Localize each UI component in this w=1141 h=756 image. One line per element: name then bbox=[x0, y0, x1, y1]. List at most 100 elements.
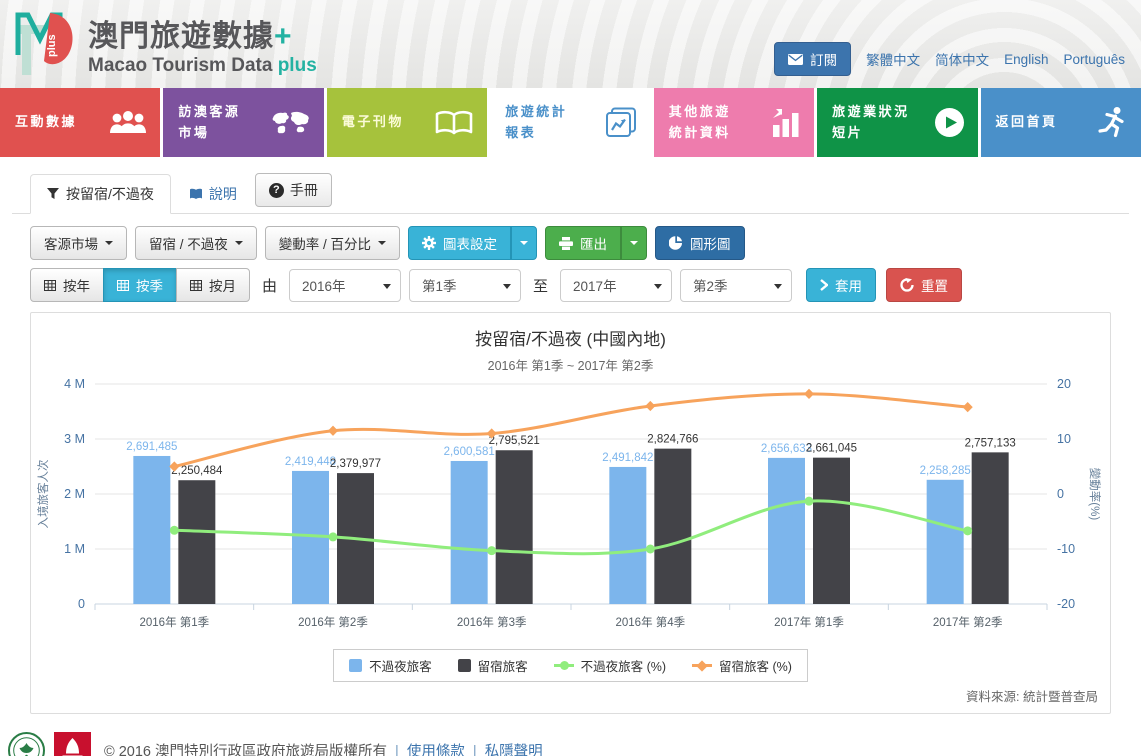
question-icon bbox=[269, 183, 284, 198]
nav-tile-label: 短片 bbox=[832, 123, 910, 144]
chart-settings-button[interactable]: 圖表設定 bbox=[408, 226, 511, 260]
open-book-icon bbox=[434, 109, 474, 137]
to-year-select[interactable]: 2017年 bbox=[560, 269, 672, 302]
book-icon bbox=[189, 188, 203, 200]
svg-text:2,250,484: 2,250,484 bbox=[171, 465, 223, 477]
tab-info[interactable]: 說明 bbox=[175, 175, 251, 213]
legend-item[interactable]: 不過夜旅客 (%) bbox=[554, 656, 666, 675]
stay-type-dropdown[interactable]: 留宿 / 不過夜 bbox=[135, 226, 257, 260]
chart-title: 按留宿/不過夜 (中國內地) bbox=[31, 325, 1110, 350]
site-title-zh-plus: + bbox=[274, 20, 293, 53]
legend-column-swatch bbox=[458, 659, 471, 672]
period-granularity-group: 按年 按季 按月 bbox=[30, 268, 250, 302]
chevron-down-icon bbox=[654, 284, 662, 289]
svg-text:2 M: 2 M bbox=[64, 487, 85, 501]
svg-text:2,795,521: 2,795,521 bbox=[489, 435, 540, 447]
from-quarter-select[interactable]: 第1季 bbox=[409, 269, 521, 302]
privacy-statement-link[interactable]: 私隱聲明 bbox=[485, 744, 543, 756]
footer-separator: | bbox=[473, 744, 477, 756]
svg-text:2,600,581: 2,600,581 bbox=[444, 446, 495, 458]
svg-text:2,661,045: 2,661,045 bbox=[806, 443, 857, 455]
reset-button[interactable]: 重置 bbox=[886, 268, 962, 302]
nav-tile-label: 返回首頁 bbox=[996, 112, 1058, 133]
export-caret-button[interactable] bbox=[621, 226, 647, 260]
pie-chart-button[interactable]: 圓形圖 bbox=[655, 226, 745, 260]
from-year-select[interactable]: 2016年 bbox=[289, 269, 401, 302]
legend-label: 留宿旅客 (%) bbox=[719, 656, 792, 675]
nav-tile-interactive-data[interactable]: 互動數據 bbox=[0, 88, 160, 157]
tabs-bar: 按留宿/不過夜 說明 手冊 bbox=[12, 173, 1129, 214]
svg-text:2,491,842: 2,491,842 bbox=[602, 452, 653, 464]
svg-text:-10: -10 bbox=[1057, 542, 1075, 556]
world-map-icon bbox=[271, 110, 311, 136]
apply-label: 套用 bbox=[835, 275, 862, 295]
to-quarter-select[interactable]: 第2季 bbox=[680, 269, 792, 302]
chevron-down-icon bbox=[105, 241, 113, 245]
copyright-text: © 2016 澳門特別行政區政府旅遊局版權所有 bbox=[104, 744, 387, 756]
apply-button[interactable]: 套用 bbox=[806, 268, 876, 302]
nav-tile-e-publications[interactable]: 電子刊物 bbox=[327, 88, 487, 157]
legend-label: 留宿旅客 bbox=[478, 656, 528, 675]
lang-english[interactable]: English bbox=[1004, 52, 1048, 67]
by-month-button[interactable]: 按月 bbox=[176, 268, 250, 302]
nav-tile-label: 報表 bbox=[505, 123, 567, 144]
svg-text:2016年 第3季: 2016年 第3季 bbox=[457, 615, 527, 629]
legend-line-swatch bbox=[554, 664, 574, 667]
export-split-button: 匯出 bbox=[545, 226, 647, 260]
svg-text:1 M: 1 M bbox=[64, 542, 85, 556]
rate-type-dropdown[interactable]: 變動率 / 百分比 bbox=[265, 226, 400, 260]
pie-chart-label: 圓形圖 bbox=[690, 233, 731, 253]
users-icon bbox=[109, 109, 147, 136]
nav-tile-visitor-source-markets[interactable]: 訪澳客源 市場 bbox=[163, 88, 323, 157]
nav-tile-label: 其他旅遊 bbox=[669, 102, 731, 123]
by-quarter-label: 按季 bbox=[136, 275, 163, 295]
nav-tile-back-to-home[interactable]: 返回首頁 bbox=[981, 88, 1141, 157]
legend-item[interactable]: 留宿旅客 (%) bbox=[692, 656, 792, 675]
legend-line-swatch bbox=[692, 664, 712, 667]
nav-tile-other-tourism-statistics[interactable]: 其他旅遊 統計資料 bbox=[654, 88, 814, 157]
site-title: 澳門旅遊數據+ Macao Tourism Data plus bbox=[88, 11, 317, 77]
chart-settings-split-button: 圖表設定 bbox=[408, 226, 537, 260]
lang-simplified-chinese[interactable]: 简体中文 bbox=[935, 49, 989, 69]
tab-by-overnight-filter[interactable]: 按留宿/不過夜 bbox=[30, 174, 171, 214]
chevron-down-icon bbox=[630, 241, 638, 245]
svg-text:入境旅客人次: 入境旅客人次 bbox=[36, 459, 50, 528]
legend-item[interactable]: 不過夜旅客 bbox=[349, 656, 432, 675]
footer-separator: | bbox=[395, 744, 399, 756]
from-year-value: 2016年 bbox=[302, 275, 346, 295]
terms-of-use-link[interactable]: 使用條款 bbox=[407, 744, 465, 756]
nav-tile-label: 統計資料 bbox=[669, 123, 731, 144]
to-year-value: 2017年 bbox=[573, 275, 617, 295]
chart-panel: 按留宿/不過夜 (中國內地) 2016年 第1季 ~ 2017年 第2季 0-2… bbox=[30, 312, 1111, 714]
svg-text:3 M: 3 M bbox=[64, 432, 85, 446]
table-grid-icon bbox=[190, 280, 202, 291]
lang-portuguese[interactable]: Português bbox=[1063, 52, 1125, 67]
svg-text:2,419,448: 2,419,448 bbox=[285, 456, 336, 468]
filter-toolbar: 客源市場 留宿 / 不過夜 變動率 / 百分比 圖表設定 匯出 圓形圖 bbox=[30, 226, 1141, 260]
by-year-button[interactable]: 按年 bbox=[30, 268, 104, 302]
runner-icon bbox=[1098, 106, 1128, 139]
svg-text:4 M: 4 M bbox=[64, 377, 85, 391]
by-quarter-button[interactable]: 按季 bbox=[103, 268, 177, 302]
export-button[interactable]: 匯出 bbox=[545, 226, 621, 260]
main-nav: 互動數據 訪澳客源 市場 電子刊物 旅遊統計 報表 bbox=[0, 88, 1141, 157]
nav-tile-tourism-videos[interactable]: 旅遊業狀況 短片 bbox=[817, 88, 977, 157]
market-dropdown[interactable]: 客源市場 bbox=[30, 226, 127, 260]
subscribe-label: 訂閱 bbox=[810, 49, 837, 69]
chart-settings-caret-button[interactable] bbox=[511, 226, 537, 260]
data-source: 資料來源: 統計暨普查局 bbox=[31, 682, 1110, 713]
footer-text: © 2016 澳門特別行政區政府旅遊局版權所有 | 使用條款 | 私隱聲明 bbox=[104, 740, 543, 756]
manual-button[interactable]: 手冊 bbox=[255, 173, 332, 207]
subscribe-button[interactable]: 訂閱 bbox=[774, 42, 851, 76]
chevron-down-icon bbox=[378, 241, 386, 245]
table-grid-icon bbox=[44, 280, 56, 291]
site-title-en-plus: plus bbox=[278, 55, 317, 76]
period-toolbar: 按年 按季 按月 由 2016年 第1季 至 2017年 第2季 套用 重置 bbox=[30, 268, 1141, 302]
site-header: plus 澳門旅遊數據+ Macao Tourism Data plus 訂閱 … bbox=[0, 0, 1141, 88]
legend-item[interactable]: 留宿旅客 bbox=[458, 656, 528, 675]
svg-text:變動率(%): 變動率(%) bbox=[1088, 468, 1102, 521]
chevron-down-icon bbox=[383, 284, 391, 289]
svg-text:10: 10 bbox=[1057, 432, 1071, 446]
nav-tile-tourism-statistics-reports[interactable]: 旅遊統計 報表 bbox=[490, 88, 650, 157]
lang-traditional-chinese[interactable]: 繁體中文 bbox=[866, 49, 920, 69]
